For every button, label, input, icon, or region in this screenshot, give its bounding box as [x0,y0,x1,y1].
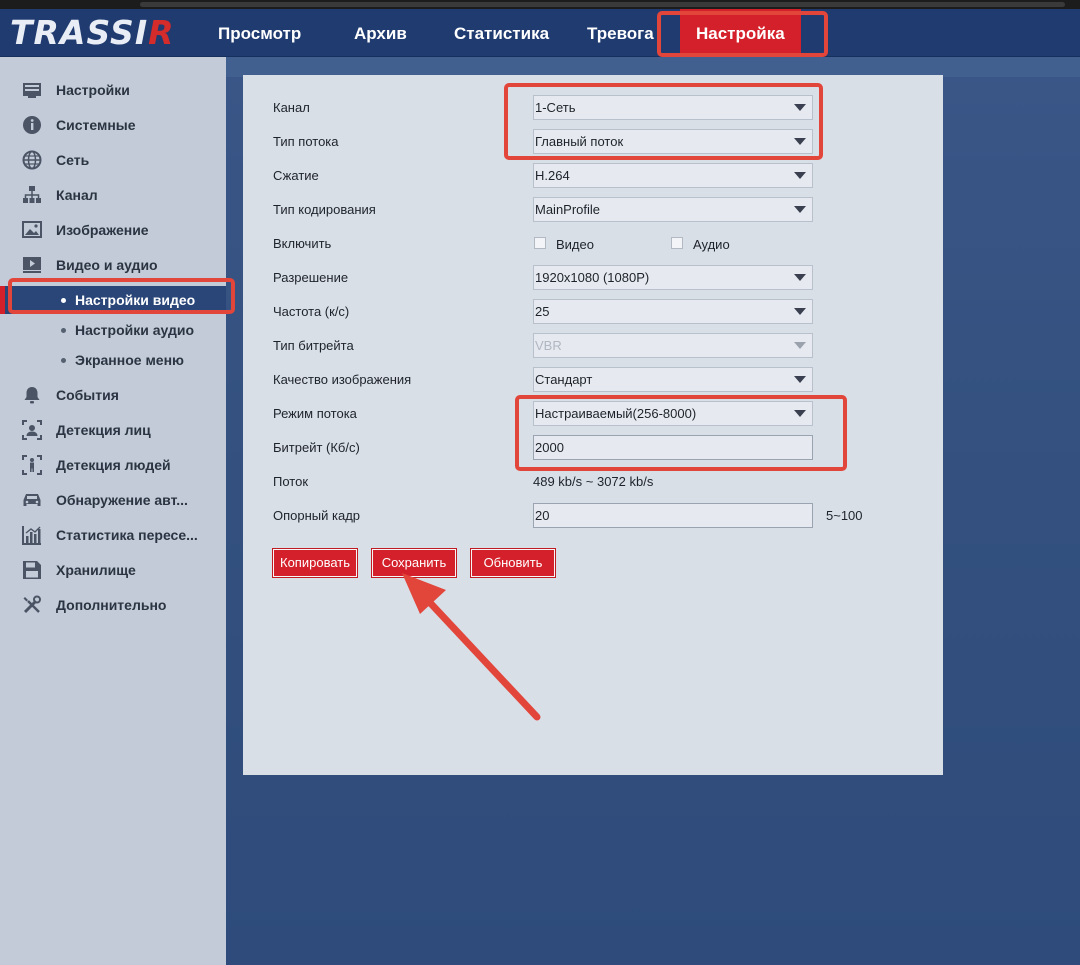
annotation-arrow-icon [402,573,541,721]
